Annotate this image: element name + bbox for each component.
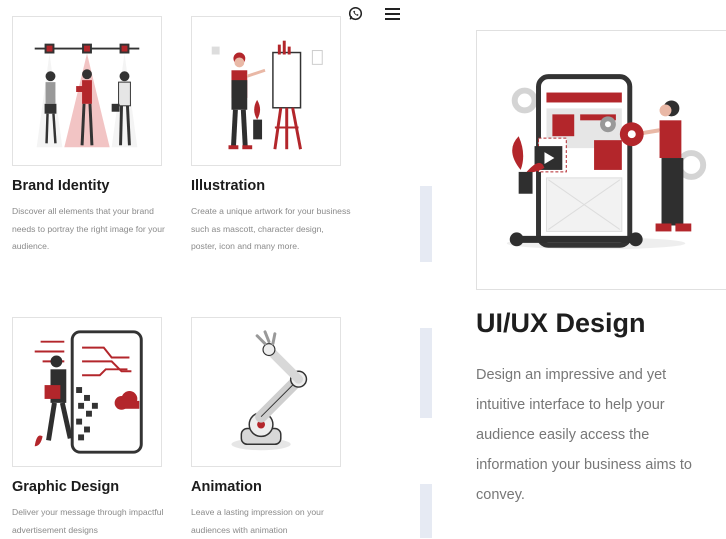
divider — [420, 328, 432, 418]
animation-illustration — [191, 317, 341, 467]
divider — [420, 186, 432, 262]
featured-service-title: UI/UX Design — [476, 308, 646, 338]
service-card-brand-identity[interactable]: Brand Identity Discover all elements tha… — [12, 16, 165, 256]
top-icons — [348, 6, 400, 26]
service-title: Brand Identity — [12, 178, 110, 194]
hamburger-menu-icon[interactable] — [385, 7, 400, 25]
service-card-graphic-design[interactable]: Graphic Design Deliver your message thro… — [12, 317, 164, 539]
service-title: Illustration — [191, 178, 266, 194]
service-title: Graphic Design — [12, 479, 120, 495]
service-title: Animation — [191, 479, 262, 495]
service-card-illustration[interactable]: Illustration Create a unique artwork for… — [191, 16, 351, 256]
illustration-illustration — [191, 16, 341, 166]
service-description: Deliver your message through impactful a… — [12, 507, 164, 535]
service-description: Create a unique artwork for your busines… — [191, 206, 351, 251]
service-description: Leave a lasting impression on your audie… — [191, 507, 324, 535]
service-card-animation[interactable]: Animation Leave a lasting impression on … — [191, 317, 343, 539]
brand-identity-illustration — [12, 16, 162, 166]
whatsapp-icon[interactable] — [348, 6, 363, 26]
service-description: Discover all elements that your brand ne… — [12, 206, 165, 251]
ui-ux-design-illustration — [476, 30, 726, 290]
featured-service-description: Design an impressive and yet intuitive i… — [476, 367, 692, 503]
divider — [420, 484, 432, 538]
graphic-design-illustration — [12, 317, 162, 467]
